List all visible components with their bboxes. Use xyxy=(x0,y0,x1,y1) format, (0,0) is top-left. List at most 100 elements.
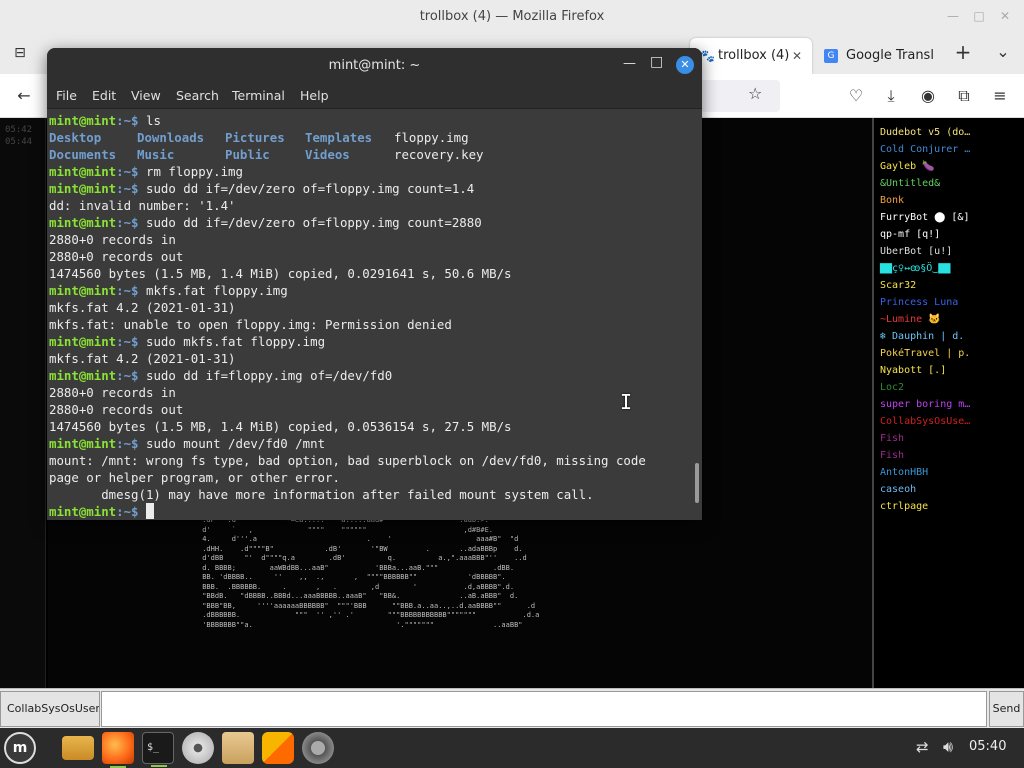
user-list-item[interactable]: AntonHBH xyxy=(874,464,1024,481)
user-list-item[interactable]: Scar32 xyxy=(874,277,1024,294)
menu-help[interactable]: Help xyxy=(300,88,329,103)
account-icon[interactable]: ◉ xyxy=(916,84,940,108)
firefox-titlebar: trollbox (4) — Mozilla Firefox — □ ✕ xyxy=(0,0,1024,34)
ascii-art-message: .dP .d' """-=ea.....""""a.....aad#""" .a… xyxy=(198,516,668,688)
tab-close-icon[interactable]: ✕ xyxy=(792,38,802,74)
tab-list-chevron-down-icon[interactable]: ⌄ xyxy=(991,40,1015,64)
maximize-icon[interactable]: □ xyxy=(972,9,986,23)
user-list-item[interactable]: super boring m… xyxy=(874,396,1024,413)
ascii-art-line: .dHH. .d""""B" .dB' '"BW . ..adaBBBp d. xyxy=(198,544,523,553)
network-icon[interactable]: ⇄ xyxy=(916,738,929,756)
terminal-line: 2880+0 records out xyxy=(49,402,184,417)
terminal-line: mint@mint:~$ sudo mkfs.fat floppy.img xyxy=(49,334,326,349)
chat-input-bar: CollabSysOsUser3 Send xyxy=(0,688,1024,728)
user-list-item[interactable]: CollabSysOsUse… xyxy=(874,413,1024,430)
terminal-line: 2880+0 records in xyxy=(49,232,176,247)
clock[interactable]: 05:40 xyxy=(969,739,1006,754)
menu-hamburger-icon[interactable]: ≡ xyxy=(988,84,1012,108)
maximize-icon[interactable]: □ xyxy=(650,54,663,70)
terminal-line: mint@mint:~$ sudo dd if=floppy.img of=/d… xyxy=(49,368,393,383)
terminal-title: mint@mint: ~ xyxy=(328,58,421,73)
user-list-item[interactable]: Bonk xyxy=(874,192,1024,209)
archive-box-icon[interactable] xyxy=(222,732,254,764)
files-folder-icon[interactable] xyxy=(62,736,94,760)
user-list-item[interactable]: Dudebot v5 (do… xyxy=(874,124,1024,141)
close-icon[interactable]: ✕ xyxy=(676,56,694,74)
taskbar: m $_ ⇄ 🔊︎ 05:40 xyxy=(0,728,1024,768)
minimize-icon[interactable]: — xyxy=(623,56,636,71)
user-list-item[interactable]: Nyabott [.] xyxy=(874,362,1024,379)
terminal-menubar: File Edit View Search Terminal Help xyxy=(47,84,702,109)
tab-trollbox[interactable]: 🐾 trollbox (4) ✕ xyxy=(690,38,812,74)
ascii-art-line: "BBdB. "dBBBB..BBBd...aaaBBBBB..aaaB" "B… xyxy=(198,592,519,600)
ascii-art-line: 4. d'''.a . ' aaa#B" "d xyxy=(198,535,519,543)
terminal-titlebar[interactable]: mint@mint: ~ — □ ✕ xyxy=(47,48,702,84)
nickname-field[interactable]: CollabSysOsUser3 xyxy=(0,691,100,727)
chat-message-input[interactable] xyxy=(101,691,987,727)
ls-output-row: Documents Music Public Videos recovery.key xyxy=(49,147,484,162)
firefox-icon[interactable] xyxy=(102,732,134,768)
terminal-line: mint@mint:~$ mkfs.fat floppy.img xyxy=(49,283,288,298)
send-button[interactable]: Send xyxy=(989,691,1024,727)
user-list-item[interactable]: &Untitled& xyxy=(874,175,1024,192)
terminal-line: 2880+0 records out xyxy=(49,249,184,264)
tab-label: Google Transl xyxy=(846,48,934,63)
user-list-item[interactable]: Cold Conjurer … xyxy=(874,141,1024,158)
volume-icon[interactable]: 🔊︎ xyxy=(943,737,953,757)
menu-file[interactable]: File xyxy=(56,88,77,103)
user-list-item[interactable]: UberBot [u!] xyxy=(874,243,1024,260)
user-list-item[interactable]: ~Lumine 🐱 xyxy=(874,311,1024,328)
user-list-item[interactable]: Princess Luna xyxy=(874,294,1024,311)
download-icon[interactable]: ⤓ xyxy=(879,84,903,108)
user-list-item[interactable]: caseoh xyxy=(874,481,1024,498)
user-list-item[interactable]: ❄ Dauphin | d. xyxy=(874,328,1024,345)
user-list-item[interactable]: Gayleb 🍆 xyxy=(874,158,1024,175)
terminal-icon[interactable]: $_ xyxy=(142,732,174,767)
ls-output-row: Desktop Downloads Pictures Templates floppy.… xyxy=(49,130,469,145)
terminal-output[interactable]: mint@mint:~$ ls Desktop Downloads Pictures T… xyxy=(47,110,702,520)
extensions-icon[interactable]: ⧉ xyxy=(952,84,976,108)
back-button[interactable]: ← xyxy=(12,84,36,108)
mint-menu-icon[interactable]: m xyxy=(4,732,36,764)
ascii-art-line: BBB. .BBBBBB. . , . ,d ' .d,aBBBB".d. xyxy=(198,582,515,591)
close-icon[interactable]: ✕ xyxy=(998,9,1012,23)
user-list-item[interactable]: PokéTravel | p. xyxy=(874,345,1024,362)
user-list-item[interactable]: ▇▇ç♀↔ꙭ§Ö‿▇▇ xyxy=(874,260,1024,277)
user-list-item[interactable]: FurryBot ⬤ [&] xyxy=(874,209,1024,226)
software-manager-icon[interactable] xyxy=(262,732,294,764)
terminal-scrollbar[interactable] xyxy=(695,463,699,503)
user-list-item[interactable]: Fish xyxy=(874,430,1024,447)
timestamp: 05:44 xyxy=(5,137,33,147)
terminal-line: 1474560 bytes (1.5 MB, 1.4 MiB) copied, … xyxy=(49,419,512,434)
ascii-art-line: "BBB"BB, ''''aaaaaaBBBBBB" """'BBB ""BBB… xyxy=(198,601,536,610)
menu-search[interactable]: Search xyxy=(176,88,219,103)
app-icon[interactable] xyxy=(302,732,334,764)
user-list-item[interactable]: Loc2 xyxy=(874,379,1024,396)
menu-view[interactable]: View xyxy=(131,88,161,103)
user-list-item[interactable]: Fish xyxy=(874,447,1024,464)
terminal-window[interactable]: mint@mint: ~ — □ ✕ File Edit View Search… xyxy=(47,48,702,520)
terminal-line: dmesg(1) may have more information after… xyxy=(49,487,594,502)
minimize-icon[interactable]: — xyxy=(946,9,960,23)
user-list-item[interactable]: qp-mf [q!] xyxy=(874,226,1024,243)
ascii-art-line: d'dBB "' d""""q.a .dB' q. a.,".aaaBBB"''… xyxy=(198,554,527,562)
user-list-item[interactable]: ctrlpage xyxy=(874,498,1024,515)
new-tab-button[interactable]: + xyxy=(951,40,975,64)
terminal-line: mkfs.fat 4.2 (2021-01-31) xyxy=(49,351,236,366)
terminal-line: 2880+0 records in xyxy=(49,385,176,400)
tab-google-translate[interactable]: G Google Transl xyxy=(814,38,936,74)
menu-edit[interactable]: Edit xyxy=(92,88,116,103)
disc-icon[interactable] xyxy=(182,732,214,764)
firefox-view-icon[interactable]: ⊟ xyxy=(8,41,32,65)
ascii-art-line: BB. 'dBBBB.. '' ,, ., , """"BBBBBB"" 'dB… xyxy=(198,573,506,581)
pocket-icon[interactable]: ♡ xyxy=(844,84,868,108)
menu-terminal[interactable]: Terminal xyxy=(232,88,285,103)
url-bar[interactable]: ☆ xyxy=(700,80,780,112)
text-cursor xyxy=(146,503,154,519)
terminal-line: mint@mint:~$ sudo mount /dev/fd0 /mnt xyxy=(49,436,326,451)
terminal-line: mint@mint:~$ sudo dd if=/dev/zero of=flo… xyxy=(49,181,475,196)
bookmark-star-icon[interactable]: ☆ xyxy=(748,84,762,103)
trollbox-favicon-icon: 🐾 xyxy=(700,49,715,63)
terminal-prompt-line[interactable]: mint@mint:~$ xyxy=(49,503,702,520)
timestamp: 05:42 xyxy=(5,125,33,135)
